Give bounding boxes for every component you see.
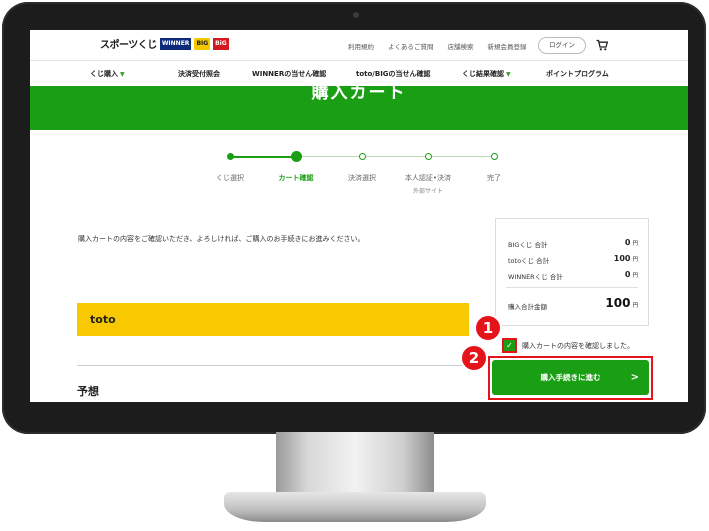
nav-item-toto-big-check[interactable]: toto/BIGの当せん確認: [356, 69, 431, 79]
summary-divider: [506, 287, 638, 288]
summary-row-big: BIGくじ 合計 0円: [508, 238, 638, 249]
monitor-base: [224, 492, 486, 522]
proceed-button-label: 購入手続きに進む: [540, 373, 601, 382]
chevron-down-icon: ▼: [506, 71, 511, 78]
confirm-label: 購入カートの内容を確認しました。: [522, 341, 634, 350]
step-dot-current: [291, 151, 302, 162]
big-logo-badge: BIG: [194, 37, 211, 50]
register-link[interactable]: 新規会員登録: [488, 41, 527, 51]
toto-section-label: toto: [90, 313, 116, 326]
nav-label: くじ購入: [90, 70, 118, 78]
nav-item-payment-inquiry[interactable]: 決済受付照会: [178, 69, 220, 79]
nav-label: WINNERの当せん確認: [252, 70, 327, 78]
nav-label: ポイントプログラム: [546, 70, 609, 78]
summary-row-value: 0円: [624, 238, 638, 247]
cart-summary: BIGくじ 合計 0円 totoくじ 合計 100 円 WINNERくじ 合計 0…: [495, 218, 649, 326]
summary-total: 購入合計金額 100 円: [508, 296, 638, 311]
summary-row-value: 0円: [624, 270, 638, 279]
step-dot-todo: [425, 153, 432, 160]
summary-total-value: 100 円: [605, 296, 638, 310]
summary-row-label: totoくじ 合計: [508, 257, 550, 265]
terms-link[interactable]: 利用規約: [348, 41, 374, 51]
nav-item-winner-check[interactable]: WINNERの当せん確認: [252, 69, 326, 79]
confirm-row: ✓ 購入カートの内容を確認しました。: [502, 338, 634, 353]
step-dot-done: [227, 153, 234, 160]
nav-label: toto/BIGの当せん確認: [356, 70, 431, 78]
chevron-down-icon: ▼: [120, 71, 125, 78]
monitor-bezel: スポーツくじ WINNER BIG BiG 利用規約 よくあるご質問 店舗検索 …: [2, 2, 706, 434]
step-label: 本人認証•決済: [404, 174, 452, 182]
header-links: 利用規約 よくあるご質問 店舗検索 新規会員登録: [348, 41, 527, 51]
step-marker-2: 2: [460, 344, 488, 372]
summary-row-winner: WINNERくじ 合計 0円: [508, 270, 638, 281]
logo-text: スポーツくじ: [100, 40, 157, 51]
toto-section-header: toto: [77, 303, 469, 336]
global-nav: くじ購入 ▼ 決済受付照会 WINNERの当せん確認 toto/BIGの当せん確認…: [30, 60, 688, 88]
step-sublabel: 外部サイト: [412, 188, 444, 195]
summary-total-label: 購入合計金額: [508, 303, 547, 311]
monitor-neck: [276, 432, 434, 494]
site-logo[interactable]: スポーツくじ WINNER BIG BiG: [100, 36, 229, 51]
nav-item-purchase[interactable]: くじ購入 ▼: [90, 69, 125, 79]
login-button[interactable]: ログイン: [538, 37, 586, 54]
instruction-text: 購入カートの内容をご確認いただき、よろしければ、ご購入のお手続きにお進みください…: [78, 235, 365, 243]
step-dot-todo: [359, 153, 366, 160]
step-dot-todo: [491, 153, 498, 160]
camera-icon: [353, 12, 359, 18]
page-banner: 購入カート: [30, 86, 688, 130]
step-label: 完了: [487, 174, 501, 182]
summary-row-toto: totoくじ 合計 100 円: [508, 254, 638, 265]
nav-label: 決済受付照会: [178, 70, 220, 78]
big-red-logo-badge: BiG: [213, 37, 229, 50]
step-label: くじ選択: [216, 174, 244, 182]
browser-screen: スポーツくじ WINNER BIG BiG 利用規約 よくあるご質問 店舗検索 …: [30, 30, 688, 402]
winner-logo-badge: WINNER: [159, 37, 192, 50]
checkmark-icon: ✓: [506, 341, 513, 350]
store-search-link[interactable]: 店舗検索: [448, 41, 474, 51]
step-line-done: [230, 156, 296, 158]
prediction-heading: 予想: [77, 385, 99, 398]
step-label: 決済選択: [348, 174, 376, 182]
site-header: スポーツくじ WINNER BIG BiG 利用規約 よくあるご質問 店舗検索 …: [30, 30, 688, 60]
faq-link[interactable]: よくあるご質問: [388, 41, 434, 51]
nav-item-results[interactable]: くじ結果確認 ▼: [462, 69, 511, 79]
summary-row-value: 100 円: [613, 254, 638, 263]
summary-row-label: WINNERくじ 合計: [508, 273, 563, 281]
step-marker-1: 1: [474, 314, 502, 342]
proceed-button[interactable]: 購入手続きに進む >: [492, 360, 649, 395]
chevron-right-icon: >: [630, 372, 639, 383]
nav-label: くじ結果確認: [462, 70, 504, 78]
summary-row-label: BIGくじ 合計: [508, 241, 548, 249]
confirm-checkbox[interactable]: ✓: [502, 338, 517, 353]
step-line-todo: [296, 156, 496, 157]
cart-icon[interactable]: [596, 39, 608, 51]
nav-item-points[interactable]: ポイントプログラム: [546, 69, 609, 79]
section-divider: [77, 365, 469, 366]
step-label-current: カート確認: [278, 174, 314, 182]
page-title: 購入カート: [311, 86, 407, 103]
